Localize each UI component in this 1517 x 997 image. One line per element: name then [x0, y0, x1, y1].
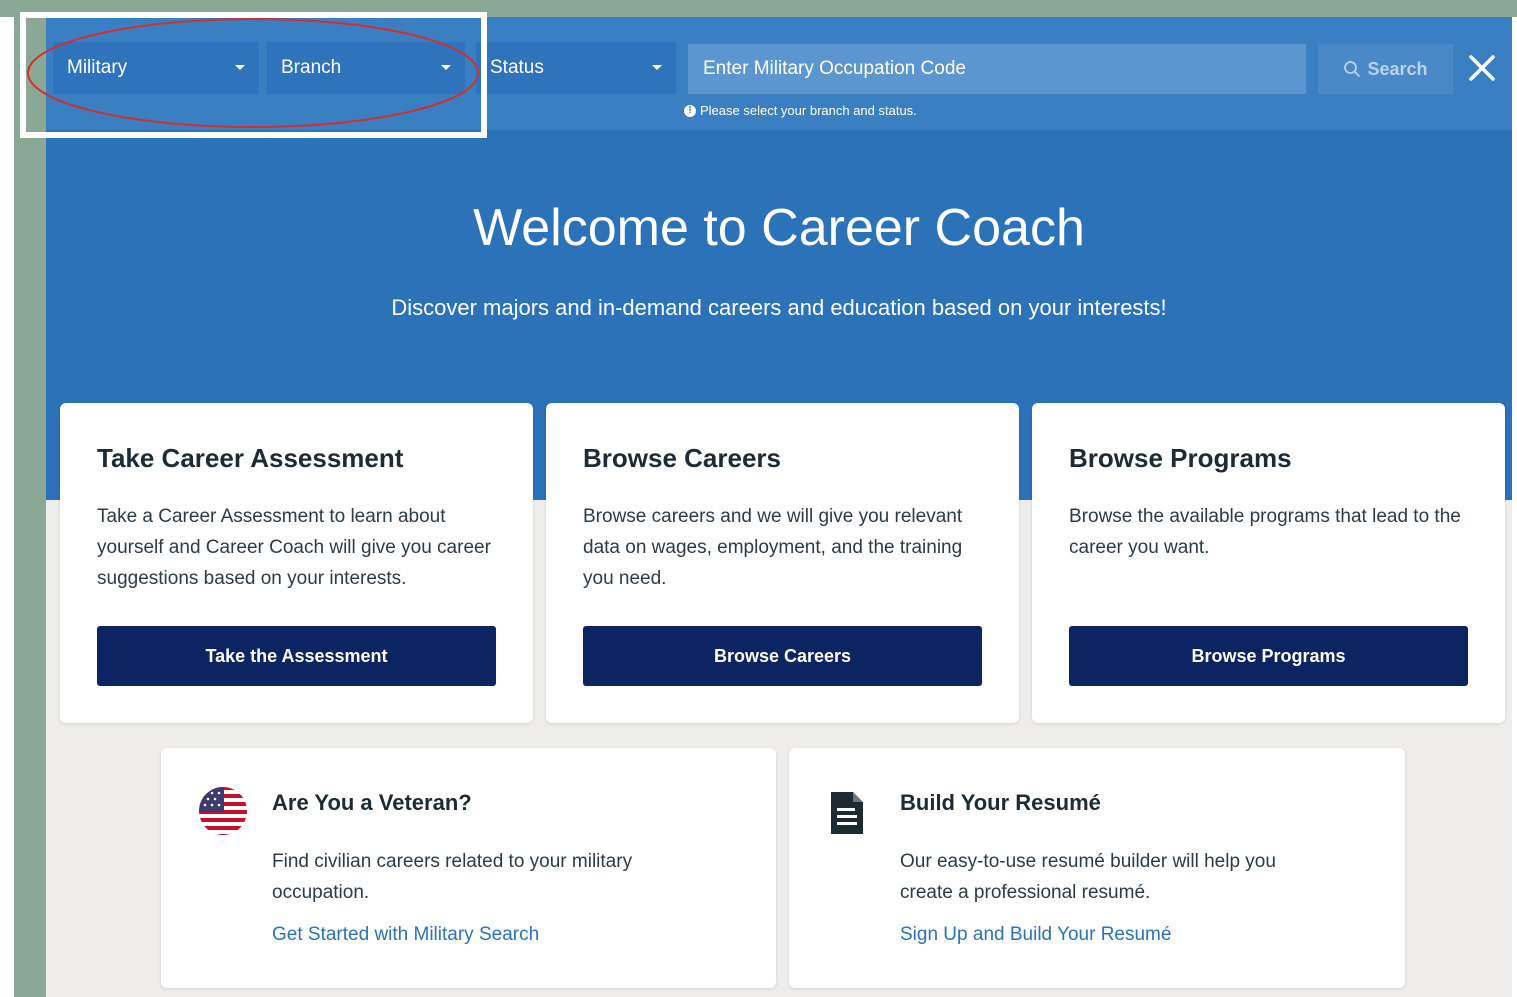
- info-icon: !: [684, 104, 696, 117]
- card-title: Take Career Assessment: [97, 443, 404, 473]
- card-description: Our easy-to-use resumé builder will help…: [900, 851, 1276, 903]
- search-hint: ! Please select your branch and status.: [684, 103, 917, 118]
- card-description: Browse careers and we will give you rele…: [583, 506, 963, 589]
- annotation-ellipse: [27, 18, 479, 128]
- card-title: Browse Programs: [1069, 443, 1292, 473]
- search-button-label: Search: [1367, 58, 1428, 79]
- card-title: Build Your Resumé: [900, 790, 1101, 815]
- us-flag-icon: [199, 787, 247, 835]
- frame-left: [14, 0, 46, 997]
- mos-input[interactable]: [688, 44, 1306, 94]
- browse-programs-card: Browse Programs Browse the available pro…: [1032, 403, 1505, 723]
- browse-careers-button[interactable]: Browse Careers: [583, 626, 982, 686]
- search-hint-text: Please select your branch and status.: [700, 103, 917, 118]
- military-search-link[interactable]: Get Started with Military Search: [272, 924, 539, 946]
- page-subtitle: Discover majors and in-demand careers an…: [391, 295, 1167, 320]
- status-select[interactable]: Status: [476, 42, 676, 94]
- career-assessment-card: Take Career Assessment Take a Career Ass…: [60, 403, 533, 723]
- take-assessment-button[interactable]: Take the Assessment: [97, 626, 496, 686]
- resume-card: Build Your Resumé Our easy-to-use resumé…: [789, 748, 1405, 988]
- veteran-card: Are You a Veteran? Find civilian careers…: [161, 748, 776, 988]
- card-title: Are You a Veteran?: [272, 790, 472, 815]
- document-icon: [831, 792, 863, 834]
- card-description: Browse the available programs that lead …: [1069, 506, 1461, 558]
- search-button[interactable]: Search: [1318, 44, 1453, 94]
- card-title: Browse Careers: [583, 443, 781, 473]
- search-icon: [1344, 61, 1361, 77]
- page-title: Welcome to Career Coach: [473, 199, 1085, 257]
- browse-programs-button[interactable]: Browse Programs: [1069, 626, 1468, 686]
- close-icon[interactable]: [1466, 52, 1498, 84]
- card-description: Find civilian careers related to your mi…: [272, 851, 633, 903]
- browse-careers-card: Browse Careers Browse careers and we wil…: [546, 403, 1019, 723]
- build-resume-link[interactable]: Sign Up and Build Your Resumé: [900, 924, 1171, 946]
- caret-down-icon: [652, 65, 662, 70]
- card-description: Take a Career Assessment to learn about …: [97, 506, 491, 589]
- status-select-label: Status: [490, 57, 544, 78]
